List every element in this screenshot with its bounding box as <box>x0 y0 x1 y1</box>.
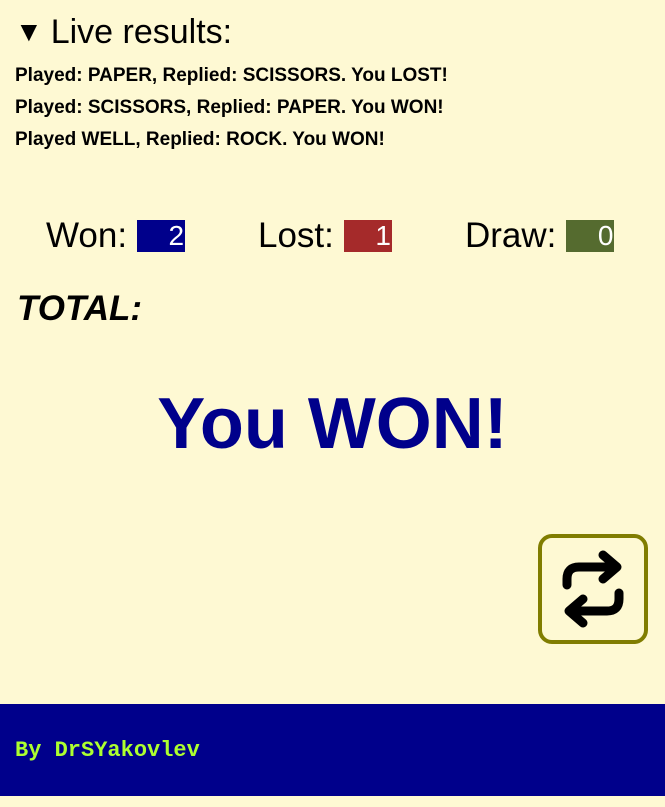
won-count: 2 <box>137 220 186 252</box>
result-line: Played WELL, Replied: ROCK. You WON! <box>15 129 385 150</box>
total-verdict: You WON! <box>157 384 508 464</box>
lost-count: 1 <box>343 220 392 252</box>
draw-count: 0 <box>566 220 615 252</box>
triangle-down-icon: ▼ <box>15 16 43 47</box>
won-score: Won: 2 <box>46 216 186 256</box>
results-list: Played: PAPER, Replied: SCISSORS. You LO… <box>15 60 448 156</box>
result-line: Played: SCISSORS, Replied: PAPER. You WO… <box>15 97 444 118</box>
repeat-icon <box>562 550 624 628</box>
total-label: TOTAL: <box>17 289 143 328</box>
won-label: Won: <box>46 216 128 255</box>
footer-credit: By DrSYakovlev <box>15 738 200 763</box>
score-row: Won: 2 Lost: 1 Draw: 0 <box>0 216 665 256</box>
live-results-toggle[interactable]: ▼ Live results: <box>15 12 232 52</box>
live-results-title: Live results: <box>50 13 233 51</box>
draw-score: Draw: 0 <box>465 216 615 256</box>
result-line: Played: PAPER, Replied: SCISSORS. You LO… <box>15 65 448 86</box>
draw-label: Draw: <box>465 216 557 255</box>
lost-score: Lost: 1 <box>258 216 392 256</box>
footer: By DrSYakovlev <box>0 704 665 796</box>
lost-label: Lost: <box>258 216 334 255</box>
replay-button[interactable] <box>538 534 648 644</box>
